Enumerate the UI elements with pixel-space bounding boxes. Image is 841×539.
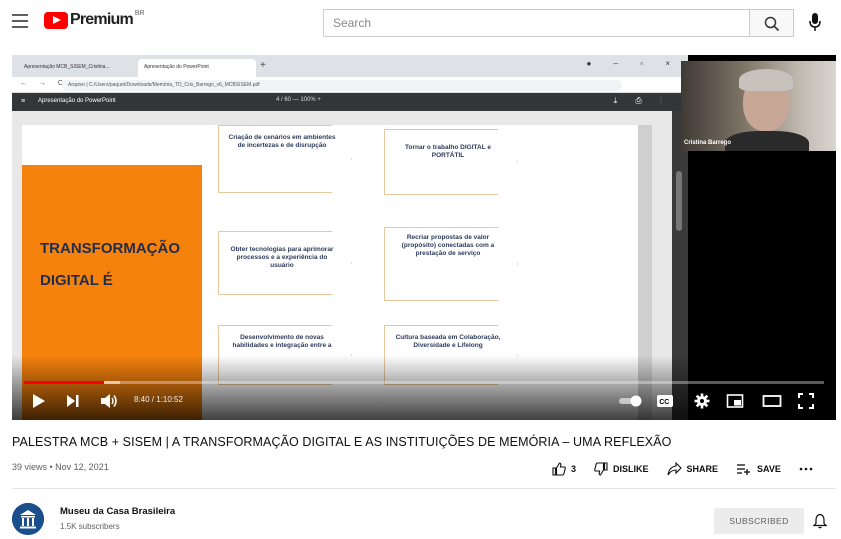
new-tab-icon: + (260, 60, 266, 71)
slide-arrow-box: Recriar propostas de valor (propósito) c… (384, 227, 518, 301)
autoplay-toggle-icon[interactable] (618, 395, 644, 407)
pdf-toolbar-icons: ⤓ ⎙ ⋮ (613, 96, 670, 105)
progress-bar[interactable] (24, 381, 824, 384)
subtitles-icon[interactable]: CC (656, 393, 674, 409)
fullscreen-icon[interactable] (798, 393, 814, 409)
pdf-toolbar: ≡ Apresentação do PowerPoint 4 / 60 — 10… (12, 93, 688, 111)
browser-tab-bar: Apresentação MCB_SISEM_Cristina... Apres… (12, 55, 688, 77)
next-icon[interactable] (66, 393, 80, 409)
bell-icon[interactable] (813, 513, 827, 529)
volume-icon[interactable] (100, 393, 118, 409)
controls-gradient (12, 355, 836, 420)
slide-arrow-box: Tornar o trabalho DIGITAL e PORTÁTIL (384, 129, 518, 195)
browser-tab: Apresentação MCB_SISEM_Cristina... (24, 64, 110, 70)
youtube-premium-logo[interactable]: Premium BR (44, 9, 145, 29)
search-input[interactable]: Search (323, 9, 750, 37)
slide-arrow-box: Obter tecnologias para aprimorar process… (218, 231, 352, 295)
subscribe-button[interactable]: SUBSCRIBED (714, 508, 804, 534)
pdf-menu-icon: ≡ (21, 98, 26, 105)
share-label: SHARE (686, 464, 719, 474)
dislike-label: DISLIKE (613, 464, 649, 474)
pdf-zoom-controls: 4 / 60 — 100% + (276, 97, 321, 103)
youtube-play-icon (44, 11, 68, 29)
more-horizontal-icon (799, 467, 813, 471)
slide-title: TRANSFORMAÇÃO DIGITAL É (40, 233, 180, 297)
svg-text:CC: CC (659, 399, 669, 406)
share-icon (666, 462, 682, 476)
theater-mode-icon[interactable] (762, 393, 782, 409)
browser-tab-active: Apresentação do PowerPoint (138, 59, 256, 77)
slide-arrow-box: Criação de cenários em ambientes de ince… (218, 125, 352, 193)
logo-text: Premium (70, 11, 134, 28)
pdf-title: Apresentação do PowerPoint (38, 98, 116, 104)
video-actions: 3 DISLIKE SHARE SAVE (552, 462, 836, 476)
time-display: 8:40 / 1:10:52 (134, 395, 183, 404)
video-title: PALESTRA MCB + SISEM | A TRANSFORMAÇÃO D… (12, 435, 672, 449)
logo-country-code: BR (134, 9, 145, 17)
video-meta: 39 views • Nov 12, 2021 (12, 462, 109, 472)
top-bar: Premium BR Search (0, 0, 841, 46)
thumbs-down-icon (594, 462, 608, 476)
channel-avatar[interactable] (12, 503, 44, 535)
search-icon (764, 16, 780, 32)
webcam-name-label: Cristina Barrego (684, 140, 732, 146)
microphone-icon[interactable] (808, 12, 822, 32)
play-icon[interactable] (32, 393, 46, 409)
address-url: Arquivo | C:/Users/paquet/Downloads/Memó… (62, 80, 622, 91)
dislike-button[interactable]: DISLIKE (594, 462, 649, 476)
like-button[interactable]: 3 (552, 462, 576, 476)
museum-logo-icon (12, 503, 44, 535)
save-label: SAVE (757, 464, 781, 474)
video-player[interactable]: Apresentação MCB_SISEM_Cristina... Apres… (12, 55, 836, 420)
save-button[interactable]: SAVE (736, 462, 781, 476)
settings-gear-icon[interactable] (694, 393, 710, 409)
playlist-add-icon (737, 464, 751, 475)
window-controls: ● – ▫ × (586, 59, 680, 68)
thumbs-up-icon (552, 462, 566, 476)
webcam-overlay: Cristina Barrego (681, 61, 836, 151)
progress-played (24, 381, 104, 384)
divider (12, 488, 836, 489)
address-bar: ← → C Arquivo | C:/Users/paquet/Download… (12, 77, 688, 93)
hamburger-menu-icon[interactable] (12, 14, 28, 28)
browser-nav-icons: ← → C (20, 80, 68, 87)
more-actions-button[interactable] (799, 462, 818, 476)
like-count: 3 (571, 464, 577, 474)
share-button[interactable]: SHARE (666, 462, 719, 476)
slide-title-line1: TRANSFORMAÇÃO (40, 240, 180, 257)
miniplayer-icon[interactable] (726, 393, 744, 409)
channel-name[interactable]: Museu da Casa Brasileira (60, 506, 175, 517)
subscriber-count: 1.5K subscribers (60, 522, 120, 531)
slide-title-line2: DIGITAL É (40, 272, 113, 289)
search-button[interactable] (750, 9, 794, 37)
